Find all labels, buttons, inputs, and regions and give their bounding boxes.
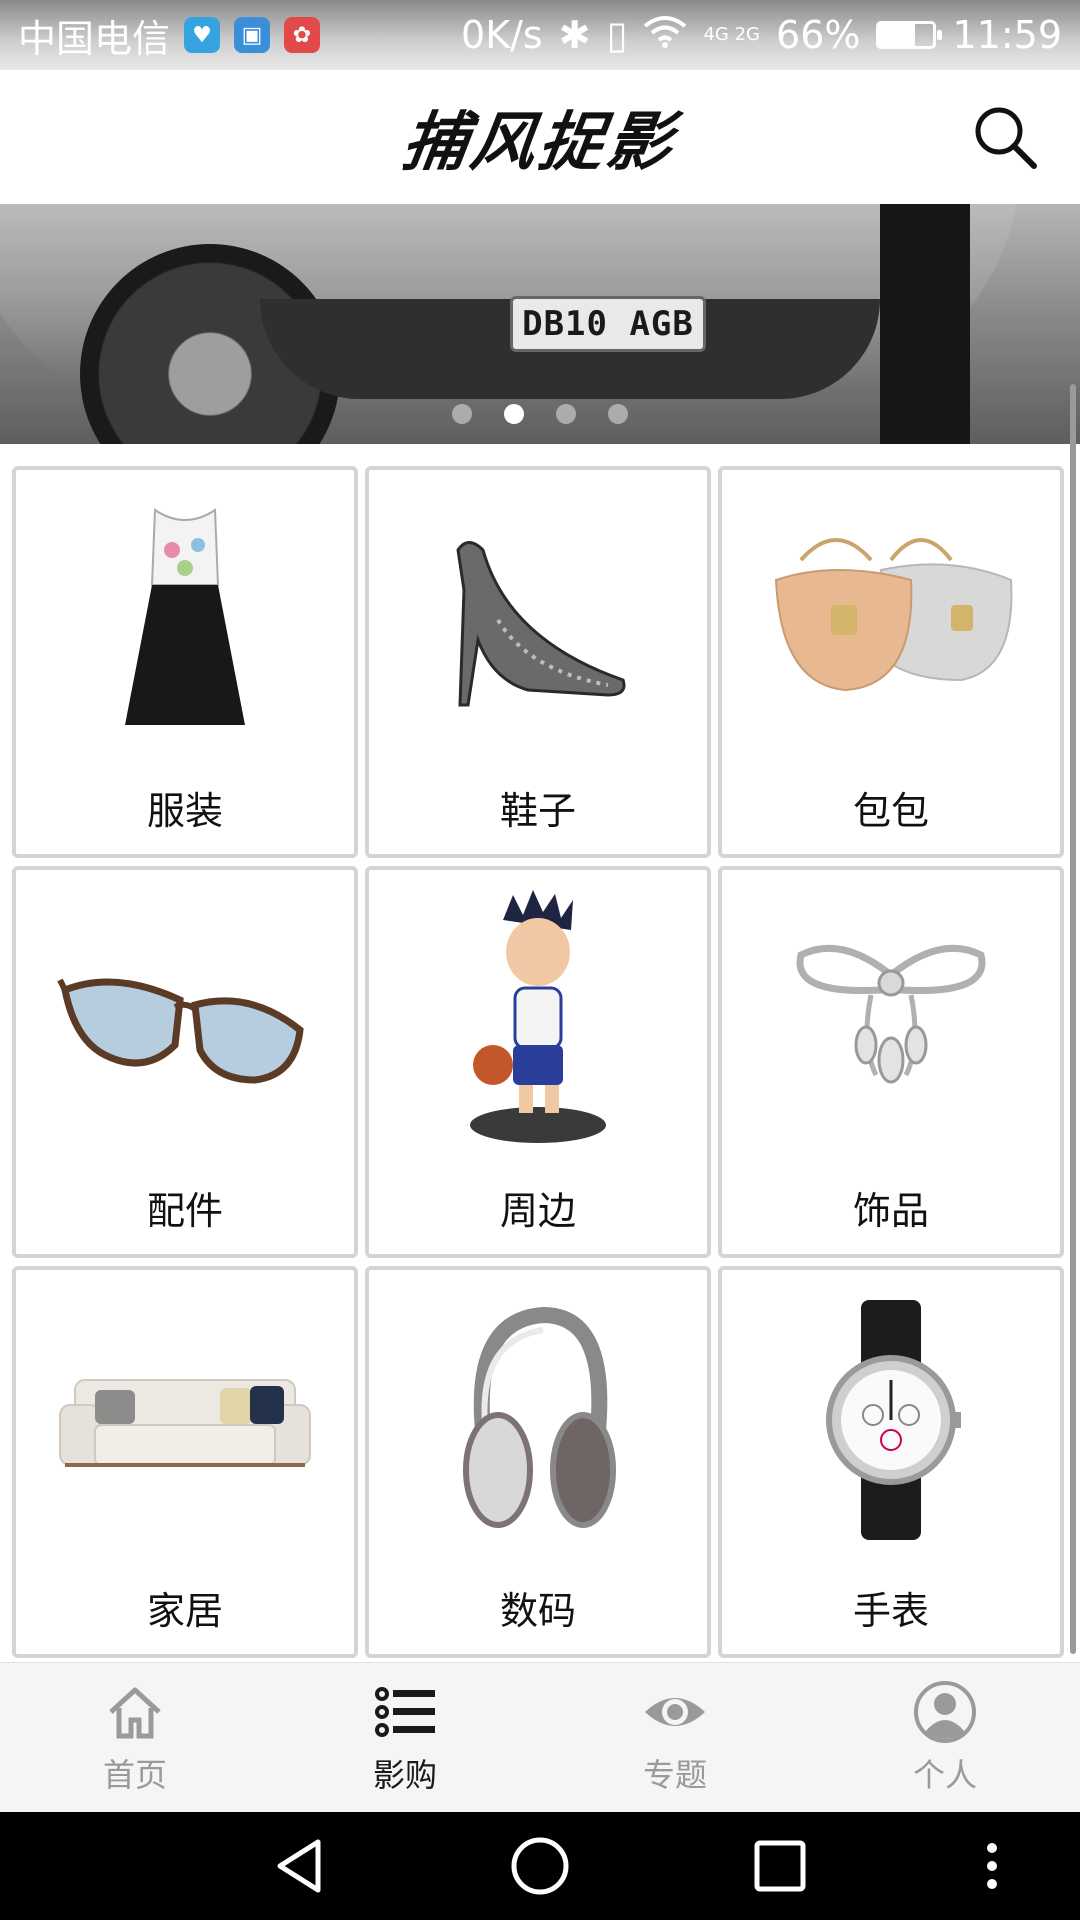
wifi-icon xyxy=(643,13,687,57)
headphones-icon xyxy=(369,1290,707,1550)
category-label: 手表 xyxy=(852,1589,929,1633)
tab-label: 影购 xyxy=(372,1756,437,1794)
category-jewelry[interactable]: 饰品 xyxy=(718,866,1064,1258)
back-icon[interactable] xyxy=(268,1834,332,1898)
home-circle-icon[interactable] xyxy=(508,1834,572,1898)
tab-label: 个人 xyxy=(912,1756,977,1794)
high-heel-icon xyxy=(369,490,707,750)
category-accessories[interactable]: 配件 xyxy=(12,866,358,1258)
search-icon[interactable] xyxy=(970,102,1040,172)
signal-icon: 4G 2G xyxy=(703,24,761,45)
category-grid: 服装 鞋子 包包 配件 周边 饰品 家居 数码 手表 xyxy=(12,466,1064,1658)
category-digital[interactable]: 数码 xyxy=(365,1266,711,1658)
banner-dot-4[interactable] xyxy=(608,404,628,424)
recents-icon[interactable] xyxy=(748,1834,812,1898)
watch-icon xyxy=(722,1290,1060,1550)
gallery-app-icon: ▣ xyxy=(234,17,271,53)
tab-profile[interactable]: 个人 xyxy=(810,1663,1080,1813)
banner-pagination xyxy=(0,404,1080,424)
battery-icon xyxy=(876,21,943,49)
scrollbar[interactable] xyxy=(1070,384,1076,1654)
tab-home[interactable]: 首页 xyxy=(0,1663,270,1813)
app-header: 捕风捉影 xyxy=(0,70,1080,204)
battery-percent: 66% xyxy=(776,13,861,57)
banner-dot-1[interactable] xyxy=(452,404,472,424)
category-shoes[interactable]: 鞋子 xyxy=(365,466,711,858)
license-plate: DB10 AGB xyxy=(510,296,706,352)
dress-icon xyxy=(16,490,354,750)
category-label: 配件 xyxy=(146,1189,223,1233)
vibrate-icon: ▯ xyxy=(606,13,628,57)
user-icon xyxy=(914,1681,976,1743)
category-label: 包包 xyxy=(852,789,929,833)
category-label: 家居 xyxy=(146,1589,223,1633)
category-label: 周边 xyxy=(499,1189,576,1233)
net-speed: 0K/s xyxy=(461,13,543,57)
banner-dot-3[interactable] xyxy=(556,404,576,424)
promo-banner[interactable]: DB10 AGB xyxy=(0,204,1080,444)
status-bar: 中国电信 ♥ ▣ ✿ 0K/s ✱ ▯ 4G 2G 66% 11:59 xyxy=(0,0,1080,70)
category-merchandise[interactable]: 周边 xyxy=(365,866,711,1258)
category-home[interactable]: 家居 xyxy=(12,1266,358,1658)
huawei-app-icon: ✿ xyxy=(284,17,321,53)
category-label: 服装 xyxy=(146,789,223,833)
home-icon xyxy=(109,1687,161,1739)
tab-topics[interactable]: 专题 xyxy=(540,1663,810,1813)
bluetooth-icon: ✱ xyxy=(558,13,591,57)
system-nav-bar xyxy=(0,1812,1080,1920)
tab-shop[interactable]: 影购 xyxy=(270,1663,540,1813)
handbag-icon xyxy=(722,490,1060,750)
category-label: 数码 xyxy=(499,1589,576,1633)
clock: 11:59 xyxy=(952,13,1062,57)
tab-label: 专题 xyxy=(642,1756,707,1794)
banner-dot-2[interactable] xyxy=(504,404,524,424)
eye-icon xyxy=(645,1698,705,1726)
category-clothing[interactable]: 服装 xyxy=(12,466,358,858)
category-watches[interactable]: 手表 xyxy=(718,1266,1064,1658)
bottom-tab-bar: 首页 影购 专题 个人 xyxy=(0,1662,1080,1813)
figurine-icon xyxy=(369,890,707,1150)
category-label: 饰品 xyxy=(852,1189,929,1233)
tab-label: 首页 xyxy=(102,1756,167,1794)
brooch-icon xyxy=(722,890,1060,1150)
category-label: 鞋子 xyxy=(499,789,576,833)
sofa-icon xyxy=(16,1290,354,1550)
carrier-label: 中国电信 xyxy=(18,16,171,61)
more-icon[interactable] xyxy=(960,1834,1024,1898)
sunglasses-icon xyxy=(16,890,354,1150)
category-bags[interactable]: 包包 xyxy=(718,466,1064,858)
list-icon xyxy=(375,1687,435,1737)
app-logo: 捕风捉影 xyxy=(397,105,681,180)
health-app-icon: ♥ xyxy=(184,17,221,53)
